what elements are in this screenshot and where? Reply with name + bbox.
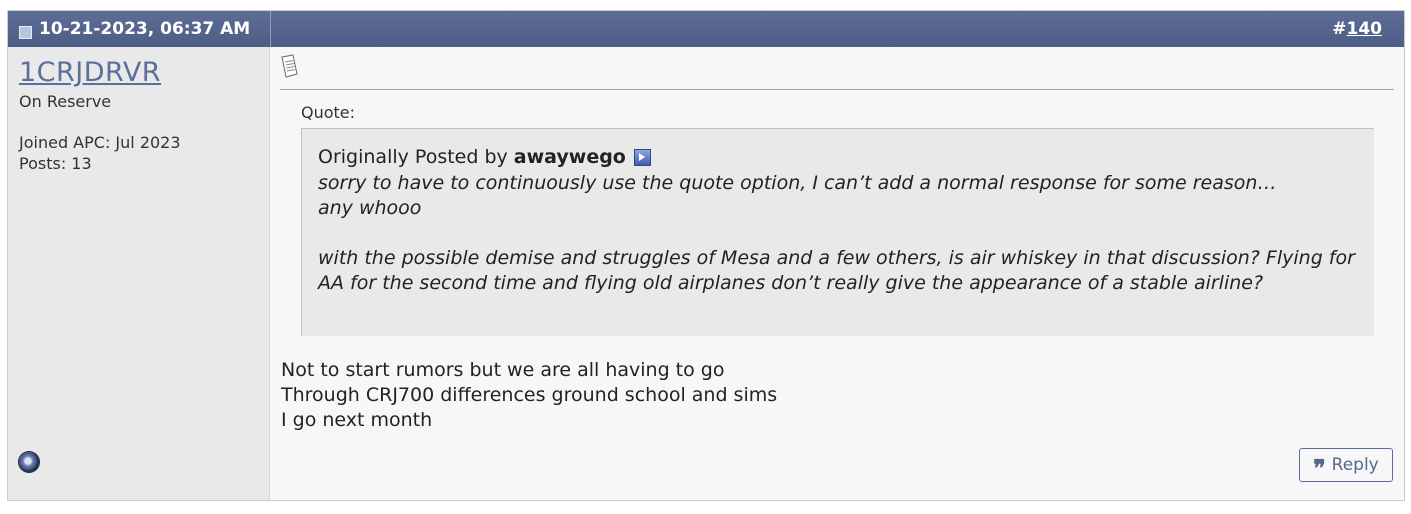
message-line: Through CRJ700 differences ground school… [281, 384, 778, 406]
username-link[interactable]: 1CRJDRVR [19, 57, 161, 88]
message-line: Not to start rumors but we are all havin… [281, 359, 725, 381]
header-divider [270, 11, 271, 47]
reply-button-label: Reply [1331, 455, 1379, 475]
quote-text: sorry to have to continuously use the qu… [318, 171, 1358, 296]
status-icon [19, 452, 39, 472]
post-body: Quote: Originally Posted by awaywego sor… [270, 47, 1404, 500]
post-number-prefix: # [1332, 19, 1347, 39]
post-header: 10-21-2023, 06:37 AM #140 [8, 11, 1404, 47]
user-title: On Reserve [19, 92, 112, 111]
post-icon [281, 54, 298, 78]
post-permalink[interactable]: 140 [1347, 19, 1383, 39]
post-number: #140 [1332, 11, 1382, 47]
user-info-panel: 1CRJDRVR On Reserve Joined APC: Jul 2023… [8, 47, 270, 500]
post-date: 10-21-2023, 06:37 AM [19, 11, 250, 47]
quote-line: with the possible demise and struggles o… [318, 247, 1355, 294]
quote-line: sorry to have to continuously use the qu… [318, 172, 1277, 194]
post-message: Not to start rumors but we are all havin… [281, 358, 777, 433]
user-join-date: Joined APC: Jul 2023 [19, 133, 181, 152]
quote-attribution: Originally Posted by awaywego [318, 146, 651, 168]
quote-author: awaywego [513, 146, 626, 168]
post-date-text: 10-21-2023, 06:37 AM [39, 19, 251, 39]
reply-button[interactable]: ❞ Reply [1299, 448, 1393, 482]
quote-blank-line [318, 221, 1358, 246]
document-icon [19, 25, 32, 39]
message-line: I go next month [281, 409, 433, 431]
quote-label: Quote: [301, 103, 356, 122]
quote-box: Originally Posted by awaywego sorry to h… [301, 128, 1374, 336]
quote-line: any whooo [318, 197, 422, 219]
quote-originally-posted-by: Originally Posted by [318, 146, 508, 168]
user-post-count: Posts: 13 [19, 154, 92, 173]
forum-post: 10-21-2023, 06:37 AM #140 1CRJDRVR On Re… [7, 10, 1405, 501]
view-post-icon[interactable] [633, 148, 651, 166]
body-divider [280, 89, 1394, 90]
quote-icon: ❞ [1313, 454, 1326, 482]
